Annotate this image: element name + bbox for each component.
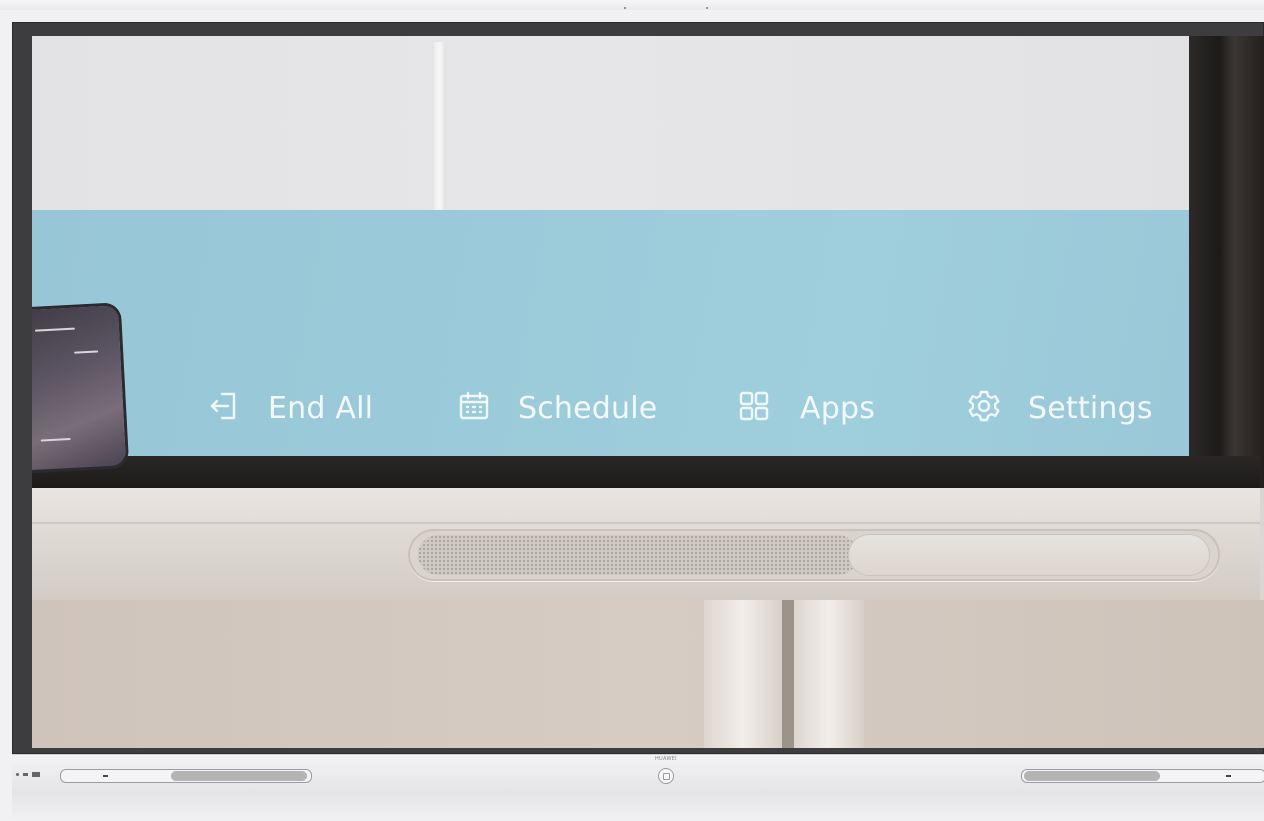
sensor-dot [624, 7, 626, 9]
launcher-label: Apps [800, 390, 876, 426]
sensor-dot [706, 7, 708, 9]
device-mockup: End All Schedule Apps Settings HUAWEI [0, 0, 1264, 821]
brand-label: HUAWEI [655, 756, 677, 762]
grid-icon [736, 388, 772, 428]
bezel-speaker-left [60, 769, 312, 783]
launcher-bar: End All Schedule Apps Settings [206, 386, 1166, 430]
bezel-speaker-right [1021, 769, 1264, 783]
speaker-mesh [418, 535, 858, 575]
launcher-label: Schedule [518, 390, 658, 426]
launcher-item-schedule[interactable]: Schedule [456, 386, 657, 430]
usb-icon [32, 772, 40, 777]
stand-leg-shadow [782, 600, 794, 748]
stand-leg [794, 600, 864, 748]
port-icon [16, 773, 19, 776]
launcher-label: Settings [1028, 390, 1153, 426]
speaker-mesh [1024, 771, 1160, 781]
background-pillar [434, 42, 446, 212]
stand-ridge [32, 522, 1260, 524]
speaker-mesh [171, 771, 307, 781]
home-button[interactable] [658, 768, 674, 784]
floor [32, 600, 1264, 748]
calendar-icon [456, 388, 492, 428]
launcher-item-end-all[interactable]: End All [206, 386, 373, 430]
floor-shadow [12, 790, 1264, 821]
speaker-bar [408, 529, 1220, 581]
stand-leg [704, 600, 782, 748]
panel-edge [1189, 36, 1264, 488]
launcher-item-apps[interactable]: Apps [736, 386, 875, 430]
bezel-ports [16, 772, 40, 777]
panel-bezel [32, 456, 1260, 488]
gear-icon [966, 388, 1002, 428]
port-icon [23, 773, 28, 776]
speaker-slot [848, 534, 1210, 576]
launcher-label: End All [268, 390, 374, 426]
exit-icon [206, 388, 242, 428]
top-bezel [0, 0, 1264, 10]
display-screen: End All Schedule Apps Settings [32, 36, 1264, 748]
background-wall [32, 36, 1264, 216]
launcher-item-settings[interactable]: Settings [966, 386, 1153, 430]
home-icon [662, 772, 670, 780]
phone-image [32, 305, 127, 471]
